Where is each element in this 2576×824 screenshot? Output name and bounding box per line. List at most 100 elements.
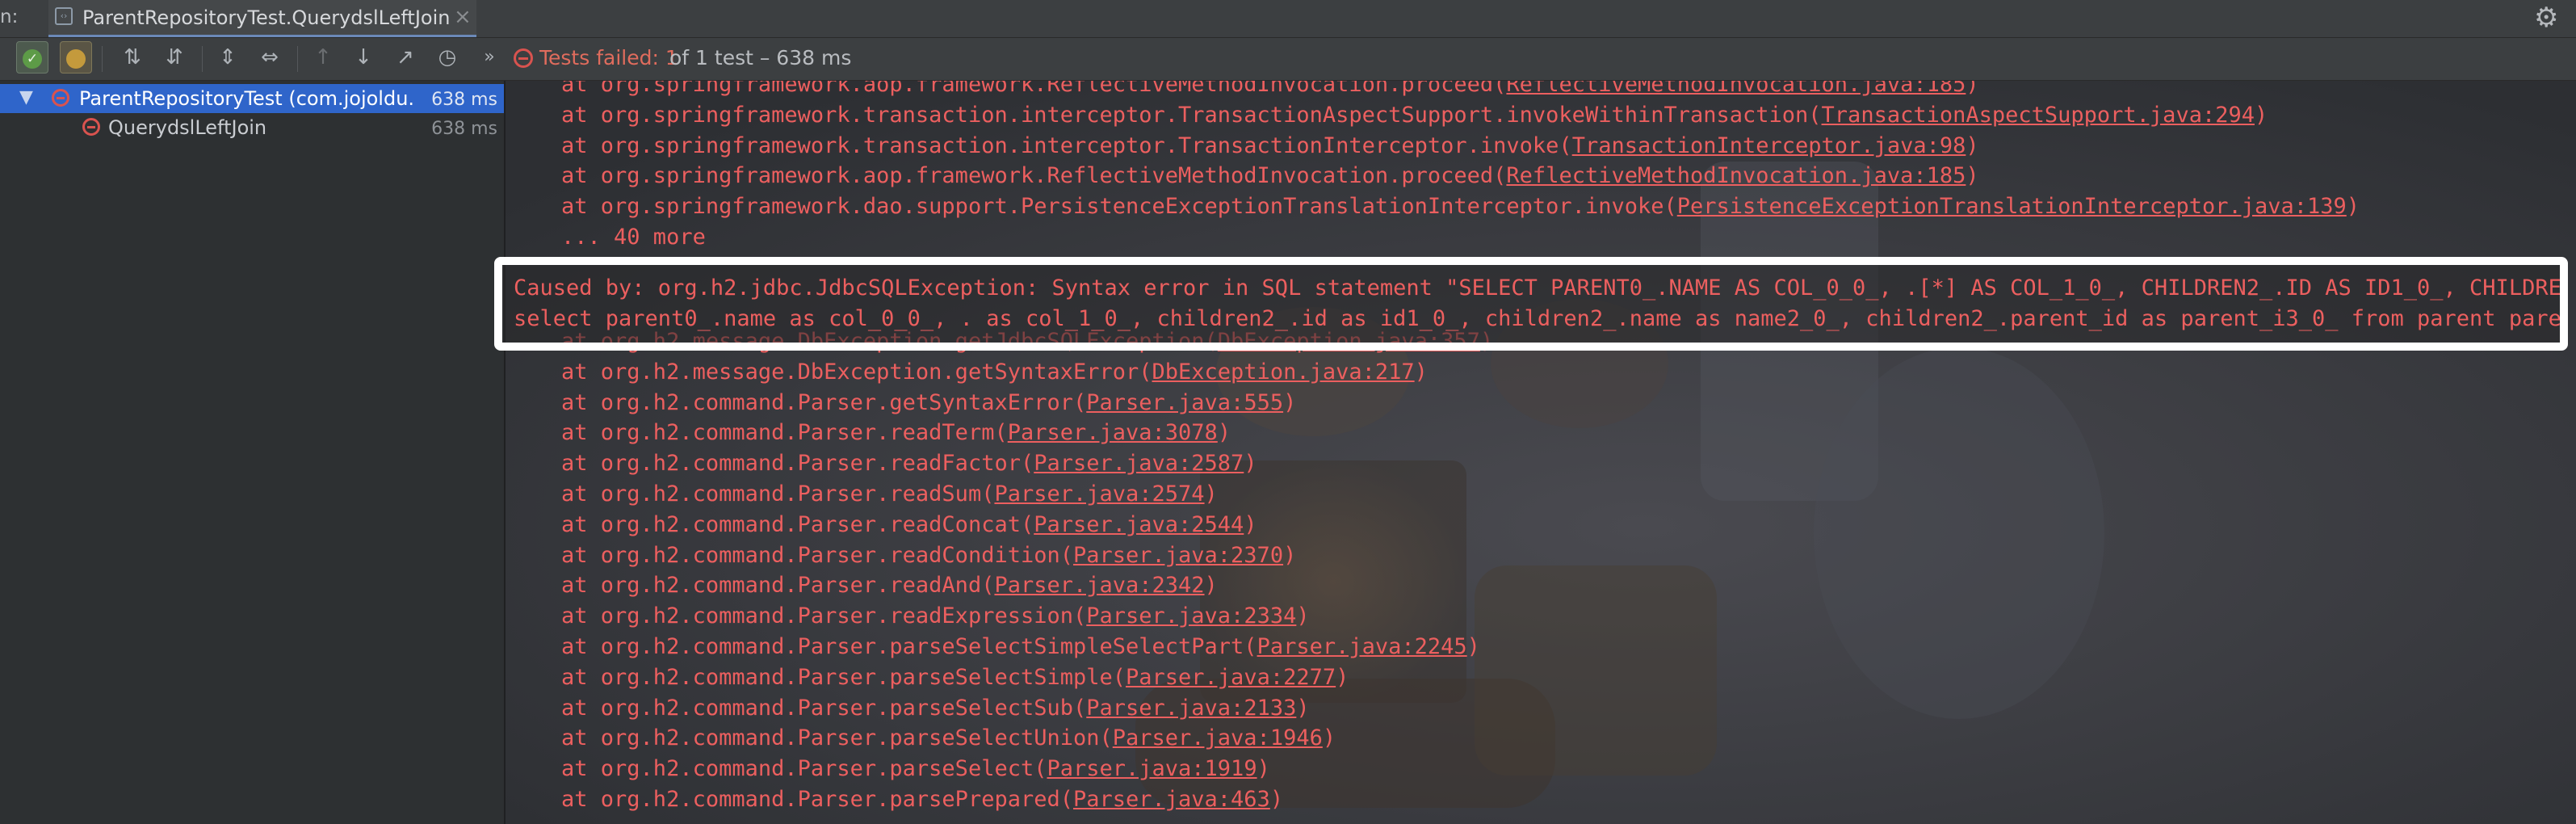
failed-status-icon [514, 48, 533, 68]
stack-trace-line[interactable]: at org.h2.command.Parser.readTerm(Parser… [509, 418, 1231, 448]
gear-icon[interactable]: ⚙ [2534, 2, 2558, 34]
more-actions-icon[interactable]: » [473, 41, 506, 74]
caused-by-highlight-box: Caused by: org.h2.jdbc.JdbcSQLException:… [494, 257, 2568, 351]
source-link[interactable]: Parser.java:2245 [1257, 634, 1467, 659]
stack-frame-close: ) [1466, 634, 1480, 659]
stack-frame-close: ) [1966, 132, 1979, 158]
expand-triangle-icon[interactable]: ▼ [19, 87, 33, 107]
source-link[interactable]: Parser.java:2342 [994, 573, 1204, 598]
tree-item-label: ParentRepositoryTest (com.jojoldu. [79, 87, 415, 110]
sort-alphabetically-icon[interactable]: ⇅ [116, 41, 149, 74]
stack-frame-close: ) [1966, 81, 1979, 97]
source-link[interactable]: Parser.java:2277 [1126, 665, 1336, 690]
status-failed-text: Tests failed: 1 [539, 46, 678, 69]
source-link[interactable]: DbException.java:217 [1152, 359, 1415, 385]
stack-trace-line[interactable]: at org.springframework.dao.support.Persi… [509, 191, 2360, 221]
stack-trace-line[interactable]: at org.h2.command.Parser.readAnd(Parser.… [509, 570, 1218, 600]
stack-trace-line[interactable]: at org.h2.command.Parser.getSyntaxError(… [509, 388, 1296, 418]
tree-item-parent-repository-test[interactable]: ▼ ParentRepositoryTest (com.jojoldu. 638… [0, 84, 504, 113]
source-link[interactable]: Parser.java:2544 [1034, 512, 1244, 537]
source-link[interactable]: Parser.java:555 [1086, 390, 1283, 415]
stack-frame-text: at org.springframework.aop.framework.Ref… [509, 81, 1507, 97]
expand-all-icon[interactable]: ⇕ [212, 41, 244, 74]
sort-by-duration-icon[interactable]: ⇵ [158, 41, 191, 74]
stack-frame-text: at org.springframework.dao.support.Persi… [509, 194, 1677, 220]
stack-trace-line[interactable]: at org.h2.command.Parser.readConcat(Pars… [509, 510, 1257, 540]
source-link[interactable]: PersistenceExceptionTranslationIntercept… [1677, 194, 2347, 219]
stack-frame-close: ) [1204, 573, 1218, 599]
stack-frame-text: ... 40 more [509, 225, 706, 250]
stack-trace-line[interactable]: ... 40 more [509, 222, 706, 252]
caused-by-line[interactable]: Caused by: org.h2.jdbc.JdbcSQLException:… [514, 273, 2560, 303]
stack-frame-close: ) [1217, 420, 1231, 446]
source-link[interactable]: Parser.java:1919 [1047, 756, 1257, 781]
console-output[interactable]: at org.springframework.aop.framework.Ref… [506, 81, 2576, 824]
stack-frame-close: ) [1244, 511, 1257, 537]
run-tool-window-tabbar: n: ‹› ParentRepositoryTest.QuerydslLeftJ… [0, 0, 2576, 38]
check-icon: ✓ [23, 48, 42, 69]
stack-trace-line[interactable]: at org.h2.command.Parser.readSum(Parser.… [509, 479, 1218, 509]
source-link[interactable]: Parser.java:1946 [1113, 725, 1323, 750]
source-link[interactable]: TransactionAspectSupport.java:294 [1822, 103, 2255, 128]
stack-trace-line[interactable]: at org.h2.command.Parser.readCondition(P… [509, 540, 1296, 570]
stack-trace-line[interactable]: at org.springframework.aop.framework.Ref… [509, 161, 1979, 191]
stack-frame-close: ) [2254, 102, 2268, 128]
collapse-all-icon[interactable]: ⇔ [254, 41, 286, 74]
stack-frame-close: ) [1283, 542, 1297, 568]
stack-frame-text: at org.h2.command.Parser.getSyntaxError( [509, 389, 1087, 415]
test-runner-toolbar: ✓ ⇅ ⇵ ⇕ ⇔ ↑ ↓ ↗ ◷ » Tests failed: 1 of 1… [0, 38, 2576, 81]
stack-frame-text: at org.h2.command.Parser.parseSelectSimp… [509, 634, 1257, 659]
history-icon[interactable]: ◷ [431, 41, 464, 74]
source-link[interactable]: TransactionInterceptor.java:98 [1572, 133, 1966, 158]
stack-frame-text: at org.h2.command.Parser.readCondition( [509, 542, 1073, 568]
stack-trace-line[interactable]: at org.h2.command.Parser.parseSelectSimp… [509, 662, 1349, 692]
source-link[interactable]: Parser.java:2133 [1086, 696, 1296, 721]
stack-trace-line[interactable]: at org.h2.command.Parser.parseSelectUnio… [509, 723, 1336, 753]
source-link[interactable]: ReflectiveMethodInvocation.java:185 [1506, 81, 1966, 97]
stack-frame-text: at org.springframework.transaction.inter… [509, 102, 1822, 128]
toolbar-divider [202, 46, 203, 72]
stack-trace-line[interactable]: at org.h2.command.Parser.readExpression(… [509, 601, 1310, 631]
stack-frame-close: ) [2346, 194, 2360, 220]
stack-trace-line[interactable]: at org.springframework.transaction.inter… [509, 131, 1979, 161]
export-icon[interactable]: ↗ [389, 41, 422, 74]
toolbar-divider [102, 46, 103, 72]
show-passed-toggle[interactable]: ✓ [16, 41, 48, 74]
close-icon[interactable]: × [454, 5, 472, 29]
stack-frame-close: ) [1966, 163, 1979, 189]
source-link[interactable]: Parser.java:2587 [1034, 451, 1244, 476]
stack-trace-line[interactable]: at org.h2.command.Parser.readFactor(Pars… [509, 448, 1257, 478]
stack-frame-text: at org.h2.message.DbException.getSyntaxE… [509, 359, 1152, 385]
next-failed-icon[interactable]: ↓ [347, 41, 380, 74]
toolbar-divider [297, 46, 298, 72]
show-ignored-toggle[interactable] [60, 41, 92, 74]
stack-trace-line[interactable]: at org.h2.message.DbException.getSyntaxE… [509, 357, 1428, 387]
tab-querydsl-left-join[interactable]: ‹› ParentRepositoryTest.QuerydslLeftJoin… [48, 0, 476, 37]
source-link[interactable]: Parser.java:3078 [1008, 420, 1218, 445]
stack-trace-line[interactable]: at org.h2.command.Parser.parseSelect(Par… [509, 754, 1270, 784]
source-link[interactable]: ReflectiveMethodInvocation.java:185 [1506, 163, 1966, 188]
tree-item-querydsl-left-join[interactable]: QuerydslLeftJoin 638 ms [0, 113, 504, 142]
source-link[interactable]: Parser.java:2574 [994, 481, 1204, 507]
source-link[interactable]: Parser.java:2370 [1073, 543, 1283, 568]
stack-frame-close: ) [1296, 695, 1310, 721]
caused-by-sql-line[interactable]: select parent0_.name as col_0_0_, . as c… [514, 304, 2560, 334]
stack-frame-text: at org.h2.command.Parser.readSum( [509, 481, 995, 507]
stack-frame-text: at org.h2.command.Parser.parseSelect( [509, 756, 1047, 782]
stack-trace-line[interactable]: at org.springframework.aop.framework.Ref… [509, 81, 1979, 99]
stack-frame-text: at org.springframework.transaction.inter… [509, 132, 1572, 158]
stack-frame-text: at org.h2.command.Parser.parseSelectUnio… [509, 725, 1113, 751]
stack-frame-text: at org.h2.command.Parser.readConcat( [509, 511, 1034, 537]
stack-frame-close: ) [1269, 787, 1284, 812]
failed-test-icon [82, 118, 100, 136]
stack-trace-line[interactable]: at org.h2.command.Parser.parseSelectSimp… [509, 632, 1480, 662]
stack-frame-close: ) [1257, 756, 1270, 782]
stack-frame-text: at org.springframework.aop.framework.Ref… [509, 163, 1507, 189]
source-link[interactable]: Parser.java:463 [1073, 787, 1270, 812]
stack-trace-line[interactable]: at org.h2.command.Parser.parsePrepared(P… [509, 784, 1283, 814]
stack-trace-line[interactable]: at org.springframework.transaction.inter… [509, 100, 2268, 130]
source-link[interactable]: Parser.java:2334 [1086, 603, 1296, 629]
stack-trace-line[interactable]: at org.h2.command.Parser.parseSelectSub(… [509, 693, 1310, 723]
stack-frame-text: at org.h2.command.Parser.readExpression( [509, 603, 1087, 629]
previous-failed-icon[interactable]: ↑ [307, 41, 339, 74]
